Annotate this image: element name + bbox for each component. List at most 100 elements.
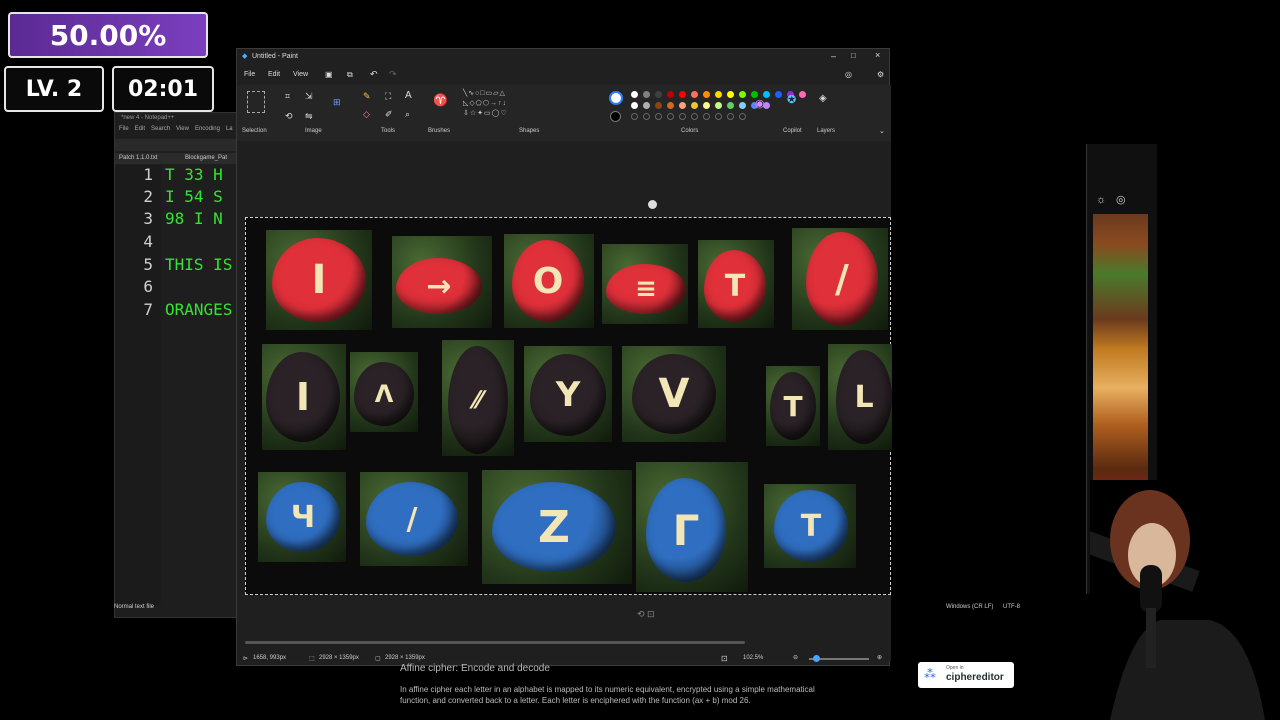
- notepad-menu-search[interactable]: Search: [151, 126, 170, 138]
- color-swatch[interactable]: [703, 102, 710, 109]
- fill-icon[interactable]: ⛶: [385, 91, 391, 102]
- color-palette[interactable]: [631, 91, 806, 121]
- cipher-description: In affine cipher each letter in an alpha…: [400, 685, 815, 705]
- chevron-down-icon[interactable]: ⌄: [879, 127, 885, 135]
- account-icon[interactable]: ◎: [1116, 193, 1126, 206]
- color-swatch[interactable]: [667, 102, 674, 109]
- empty-color-slot[interactable]: [727, 113, 734, 120]
- zoom-slider[interactable]: [809, 655, 869, 662]
- secondary-color[interactable]: [610, 111, 621, 122]
- shapes-gallery[interactable]: ╲∿○□▭▱△ ◺◇⬠⬡→↑↓ ⇩☆✦▭◯♡: [463, 89, 539, 119]
- menu-view[interactable]: View: [293, 71, 308, 78]
- zoom-level[interactable]: 102.5%: [743, 655, 763, 661]
- progress-percentage: 50.00%: [8, 12, 208, 58]
- resize-icon[interactable]: ⇲: [305, 91, 313, 102]
- color-swatch[interactable]: [715, 91, 722, 98]
- rotate-handle-icon[interactable]: [648, 200, 657, 209]
- color-swatch[interactable]: [655, 91, 662, 98]
- color-swatch[interactable]: [799, 91, 806, 98]
- maximize-button[interactable]: □: [851, 51, 856, 60]
- undo-icon[interactable]: ↶: [370, 69, 378, 80]
- floating-toolbar-icon[interactable]: ⟲ ⊡: [637, 609, 655, 620]
- paint-ribbon: Selection ⌗ ⇲ ⊞ ⟲ ⇋ Image ✎ ⛶ A ◇ ✐ ⌕ To…: [237, 85, 891, 142]
- copilot-icon[interactable]: ✪: [787, 93, 796, 106]
- minimize-button[interactable]: –: [831, 51, 836, 61]
- color-swatch[interactable]: [631, 91, 638, 98]
- notepad-editor[interactable]: 1T 33 H 2I 54 S 3 98 I N 4 5 THIS IS 6 7 OR…: [115, 165, 241, 605]
- color-swatch[interactable]: [631, 102, 638, 109]
- color-swatch[interactable]: [643, 91, 650, 98]
- close-button[interactable]: ×: [875, 50, 880, 60]
- notepad-menu-language[interactable]: La: [226, 126, 233, 138]
- magnifier-icon[interactable]: ⌕: [405, 109, 410, 120]
- color-swatch[interactable]: [739, 91, 746, 98]
- color-swatch[interactable]: [691, 91, 698, 98]
- empty-color-slot[interactable]: [679, 113, 686, 120]
- empty-color-slot[interactable]: [691, 113, 698, 120]
- image-edit-icon[interactable]: ⊞: [333, 97, 341, 108]
- eraser-icon[interactable]: ◇: [363, 109, 370, 120]
- empty-color-slot[interactable]: [715, 113, 722, 120]
- color-swatch[interactable]: [703, 91, 710, 98]
- rotate-icon[interactable]: ⟲: [285, 111, 293, 122]
- color-swatch[interactable]: [775, 91, 782, 98]
- selection-group-label: Selection: [242, 128, 267, 134]
- zoom-out-icon[interactable]: ⊖: [793, 654, 798, 661]
- rock-tile: ≡: [602, 244, 688, 324]
- color-swatch[interactable]: [727, 91, 734, 98]
- flip-icon[interactable]: ⇋: [305, 111, 313, 122]
- painted-rock: Ч: [266, 482, 340, 552]
- notepad-menu-edit[interactable]: Edit: [135, 126, 145, 138]
- empty-color-slot[interactable]: [703, 113, 710, 120]
- menu-file[interactable]: File: [244, 71, 255, 78]
- horizontal-scrollbar[interactable]: [245, 641, 745, 644]
- fit-window-icon[interactable]: ⊡: [721, 654, 728, 663]
- crop-icon[interactable]: ⌗: [285, 91, 290, 102]
- settings-icon[interactable]: ⚙: [877, 70, 884, 79]
- primary-color[interactable]: [609, 91, 623, 105]
- rock-glyph: ≡: [635, 274, 657, 304]
- color-swatch[interactable]: [691, 102, 698, 109]
- notepad-menu-encoding[interactable]: Encoding: [195, 126, 220, 138]
- rock-glyph: T: [724, 268, 746, 304]
- layers-icon[interactable]: ◈: [819, 93, 827, 104]
- menu-edit[interactable]: Edit: [268, 71, 280, 78]
- color-swatch[interactable]: [643, 102, 650, 109]
- edit-colors-icon[interactable]: ◉: [755, 97, 765, 110]
- color-swatch[interactable]: [679, 91, 686, 98]
- empty-color-slot[interactable]: [643, 113, 650, 120]
- empty-color-slot[interactable]: [667, 113, 674, 120]
- timer: 02:01: [112, 66, 214, 112]
- text-icon[interactable]: A: [405, 90, 412, 101]
- color-swatch[interactable]: [679, 102, 686, 109]
- pencil-icon[interactable]: ✎: [363, 91, 371, 102]
- rock-tile: I: [262, 344, 346, 450]
- tab-blockgame[interactable]: Blockgame_Pat: [185, 155, 227, 161]
- color-picker-icon[interactable]: ✐: [385, 109, 393, 120]
- redo-icon[interactable]: ↷: [389, 69, 397, 80]
- color-swatch[interactable]: [667, 91, 674, 98]
- drawing-canvas[interactable]: I → O ≡ T / I Λ ⁄⁄ Y V T L Ч / Z Γ T: [245, 217, 892, 595]
- notepad-menu-file[interactable]: File: [119, 126, 129, 138]
- sun-icon[interactable]: ☼: [1096, 194, 1106, 206]
- editor-line: 7 ORANGES: [143, 300, 233, 319]
- notepad-menu-view[interactable]: View: [176, 126, 189, 138]
- account-icon[interactable]: ◎: [845, 70, 852, 79]
- color-swatch[interactable]: [715, 102, 722, 109]
- rock-glyph: Z: [538, 501, 570, 553]
- selection-tool-icon[interactable]: [247, 91, 265, 113]
- empty-color-slot[interactable]: [655, 113, 662, 120]
- color-swatch[interactable]: [727, 102, 734, 109]
- tab-patch[interactable]: Patch 1.1.0.txt: [119, 155, 157, 161]
- save-icon[interactable]: ▣: [325, 70, 333, 79]
- color-swatch[interactable]: [739, 102, 746, 109]
- empty-color-slot[interactable]: [739, 113, 746, 120]
- zoom-slider-thumb[interactable]: [813, 655, 820, 662]
- open-in-ciphereditor-button[interactable]: ⁂ Open in ciphereditor: [918, 662, 1014, 688]
- color-swatch[interactable]: [655, 102, 662, 109]
- editor-line: 3 98 I N: [143, 209, 223, 228]
- share-icon[interactable]: ⧉: [347, 70, 353, 80]
- zoom-in-icon[interactable]: ⊕: [877, 654, 882, 661]
- brush-icon[interactable]: ♈: [433, 93, 448, 107]
- empty-color-slot[interactable]: [631, 113, 638, 120]
